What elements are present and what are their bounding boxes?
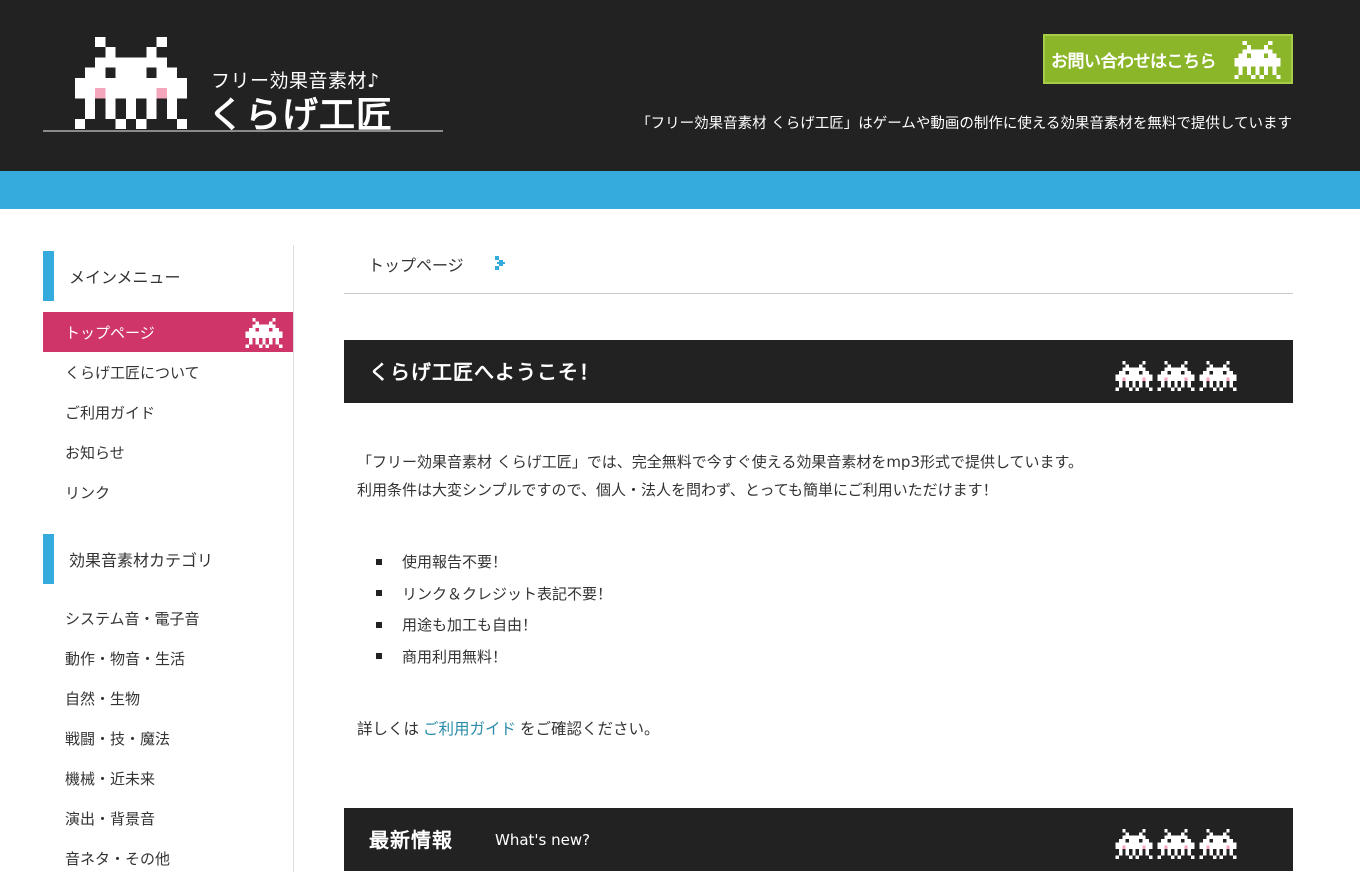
space-invader-icon xyxy=(1199,361,1237,391)
list-item: リンク＆クレジット表記不要！ xyxy=(376,578,612,610)
logo-underline xyxy=(43,130,443,132)
sidebar-item-links[interactable]: リンク xyxy=(43,472,293,512)
guide-note: 詳しくは ご利用ガイド をご確認ください。 xyxy=(357,717,660,739)
sidebar-item-category-nature[interactable]: 自然・生物 xyxy=(43,678,293,718)
news-section-header: 最新情報 What's new? xyxy=(344,808,1293,871)
site-header: フリー効果音素材♪ くらげ工匠 お問い合わせはこちら 「フリー効果音素材 くらげ… xyxy=(0,0,1360,171)
news-title: 最新情報 xyxy=(369,828,453,852)
guide-prefix: 詳しくは xyxy=(357,720,420,738)
contact-button-label: お問い合わせはこちら xyxy=(1051,51,1217,72)
sidebar-item-label: お知らせ xyxy=(65,443,125,462)
bullet-square-icon xyxy=(376,653,382,660)
sidebar-item-label: 戦闘・技・魔法 xyxy=(65,729,171,748)
sidebar-item-top-page[interactable]: トップページ xyxy=(43,312,293,352)
sidebar-item-about[interactable]: くらげ工匠について xyxy=(43,352,293,392)
breadcrumb-item-top-page[interactable]: トップページ xyxy=(368,252,464,276)
guide-suffix: をご確認ください。 xyxy=(520,720,660,738)
space-invader-logo-icon xyxy=(74,37,188,129)
feature-list: 使用報告不要！ リンク＆クレジット表記不要！ 用途も加工も自由！ 商用利用無料！ xyxy=(376,546,612,672)
sidebar-item-label: 演出・背景音 xyxy=(65,809,156,828)
sidebar-item-label: ご利用ガイド xyxy=(65,403,156,422)
sidebar-item-label: トップページ xyxy=(65,323,155,342)
space-invader-icon xyxy=(1157,361,1195,391)
welcome-title: くらげ工匠へようこそ！ xyxy=(369,360,600,384)
sidebar-item-category-other[interactable]: 音ネタ・その他 xyxy=(43,838,293,872)
space-invader-icon xyxy=(1115,361,1153,391)
list-item: 使用報告不要！ xyxy=(376,546,612,578)
category-menu-list: システム音・電子音 動作・物音・生活 自然・生物 戦闘・技・魔法 機械・近未来 … xyxy=(43,598,293,872)
space-invader-icon xyxy=(1199,829,1237,859)
intro-line: 利用条件は大変シンプルですので、個人・法人を問わず、とっても簡単にご利用いただけ… xyxy=(357,481,998,499)
space-invader-row xyxy=(1114,361,1238,391)
intro-line: 「フリー効果音素材 くらげ工匠」では、完全無料で今すぐ使える効果音素材をmp3形… xyxy=(357,453,1084,471)
contact-button[interactable]: お問い合わせはこちら xyxy=(1043,34,1293,84)
sidebar-item-news[interactable]: お知らせ xyxy=(43,432,293,472)
space-invader-icon xyxy=(1115,829,1153,859)
space-invader-icon xyxy=(1234,41,1281,79)
header-accent-band xyxy=(0,171,1360,209)
sidebar-heading-main-menu: メインメニュー xyxy=(43,251,293,301)
sidebar-item-label: 自然・生物 xyxy=(65,689,141,708)
sidebar-item-label: リンク xyxy=(65,483,111,502)
sidebar-item-category-effects[interactable]: 演出・背景音 xyxy=(43,798,293,838)
list-item-text: リンク＆クレジット表記不要！ xyxy=(402,584,613,603)
sidebar-item-category-battle[interactable]: 戦闘・技・魔法 xyxy=(43,718,293,758)
site-tagline: 「フリー効果音素材 くらげ工匠」はゲームや動画の制作に使える効果音素材を無料で提… xyxy=(636,116,1292,132)
list-item-text: 商用利用無料！ xyxy=(402,647,508,666)
sidebar-item-label: 音ネタ・その他 xyxy=(65,849,171,868)
sidebar-item-usage-guide[interactable]: ご利用ガイド xyxy=(43,392,293,432)
list-item-text: 使用報告不要！ xyxy=(402,553,508,572)
sidebar-heading-categories: 効果音素材カテゴリ xyxy=(43,534,293,584)
site-logo[interactable]: フリー効果音素材♪ くらげ工匠 xyxy=(43,36,443,136)
list-item-text: 用途も加工も自由！ xyxy=(402,616,538,635)
news-subtitle: What's new? xyxy=(495,831,591,849)
usage-guide-link[interactable]: ご利用ガイド xyxy=(423,720,516,738)
sidebar-item-label: 動作・物音・生活 xyxy=(65,649,186,668)
bullet-square-icon xyxy=(376,558,382,565)
main-menu-list: トップページ くらげ工匠について ご利用ガイド お知らせ リンク xyxy=(43,312,293,512)
sidebar-item-label: システム音・電子音 xyxy=(65,609,200,628)
space-invader-row xyxy=(1114,829,1238,859)
sidebar-item-category-system[interactable]: システム音・電子音 xyxy=(43,598,293,638)
welcome-intro: 「フリー効果音素材 くらげ工匠」では、完全無料で今すぐ使える効果音素材をmp3形… xyxy=(357,448,1083,504)
sidebar-item-label: 機械・近未来 xyxy=(65,769,156,788)
list-item: 商用利用無料！ xyxy=(376,641,612,673)
space-invader-icon xyxy=(1157,829,1195,859)
list-item: 用途も加工も自由！ xyxy=(376,609,612,641)
breadcrumb: トップページ xyxy=(344,243,1293,294)
welcome-section-header: くらげ工匠へようこそ！ xyxy=(344,340,1293,403)
bullet-square-icon xyxy=(376,590,382,597)
bullet-square-icon xyxy=(376,621,382,628)
sidebar-item-label: くらげ工匠について xyxy=(65,363,200,382)
sidebar: メインメニュー トップページ くらげ工匠について ご利用ガイド お知らせ リンク xyxy=(43,245,294,872)
space-invader-icon xyxy=(245,318,283,348)
pixel-arrow-icon xyxy=(495,256,505,270)
sidebar-item-category-action[interactable]: 動作・物音・生活 xyxy=(43,638,293,678)
sidebar-item-category-machine[interactable]: 機械・近未来 xyxy=(43,758,293,798)
